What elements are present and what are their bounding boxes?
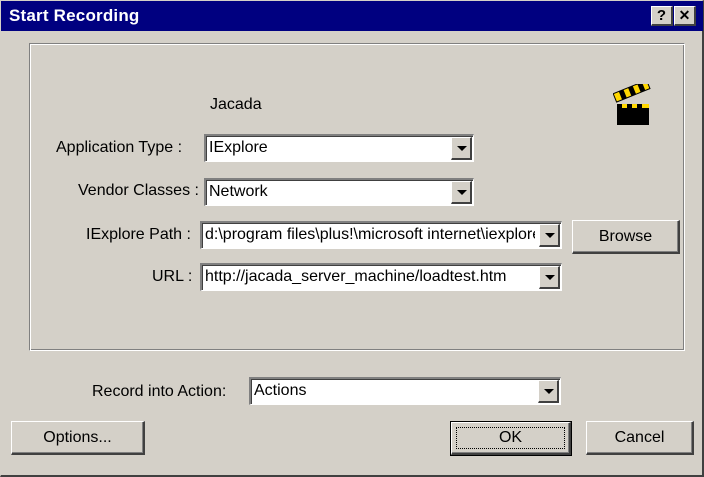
url-value: http://jacada_server_machine/loadtest.ht… <box>205 268 507 285</box>
window-title: Start Recording <box>9 6 140 25</box>
chevron-down-icon[interactable] <box>538 380 559 403</box>
vendor-classes-value: Network <box>209 183 268 200</box>
application-type-combo[interactable]: IExplore <box>204 134 474 162</box>
vendor-classes-label: Vendor Classes : <box>78 182 199 199</box>
record-into-action-value: Actions <box>254 382 307 399</box>
application-type-label: Application Type : <box>56 139 183 156</box>
record-into-action-combo[interactable]: Actions <box>249 377 561 405</box>
close-icon: ✕ <box>678 7 691 23</box>
chevron-down-icon[interactable] <box>539 266 560 289</box>
chevron-down-icon[interactable] <box>539 224 560 247</box>
panel-heading: Jacada <box>210 96 262 113</box>
close-button[interactable]: ✕ <box>674 6 696 26</box>
options-label: Options... <box>43 428 112 446</box>
cancel-label: Cancel <box>614 428 665 446</box>
settings-panel: Jacada Application Type : IExplore Vendo… <box>29 43 685 351</box>
iexplore-path-combo[interactable]: d:\program files\plus!\microsoft interne… <box>200 221 562 249</box>
iexplore-path-label: IExplore Path : <box>86 226 191 243</box>
chevron-down-icon[interactable] <box>451 137 472 160</box>
browse-label: Browse <box>598 227 653 245</box>
url-combo[interactable]: http://jacada_server_machine/loadtest.ht… <box>200 263 562 291</box>
options-button[interactable]: Options... <box>11 421 145 455</box>
title-bar[interactable]: Start Recording ? ✕ <box>1 1 703 31</box>
cancel-button[interactable]: Cancel <box>586 421 694 455</box>
clapperboard-icon <box>613 84 651 125</box>
chevron-down-icon[interactable] <box>451 181 472 204</box>
vendor-classes-combo[interactable]: Network <box>204 178 474 206</box>
browse-button[interactable]: Browse <box>572 220 680 254</box>
ok-button[interactable]: OK <box>450 421 572 456</box>
help-icon: ? <box>656 7 667 24</box>
iexplore-path-value: d:\program files\plus!\microsoft interne… <box>205 226 535 243</box>
record-into-action-label: Record into Action: <box>92 383 227 400</box>
url-label: URL : <box>152 268 193 285</box>
ok-label: OK <box>498 429 523 446</box>
start-recording-dialog: Start Recording ? ✕ Jacada Application T… <box>0 0 704 477</box>
application-type-value: IExplore <box>209 139 268 156</box>
help-button[interactable]: ? <box>651 6 673 26</box>
